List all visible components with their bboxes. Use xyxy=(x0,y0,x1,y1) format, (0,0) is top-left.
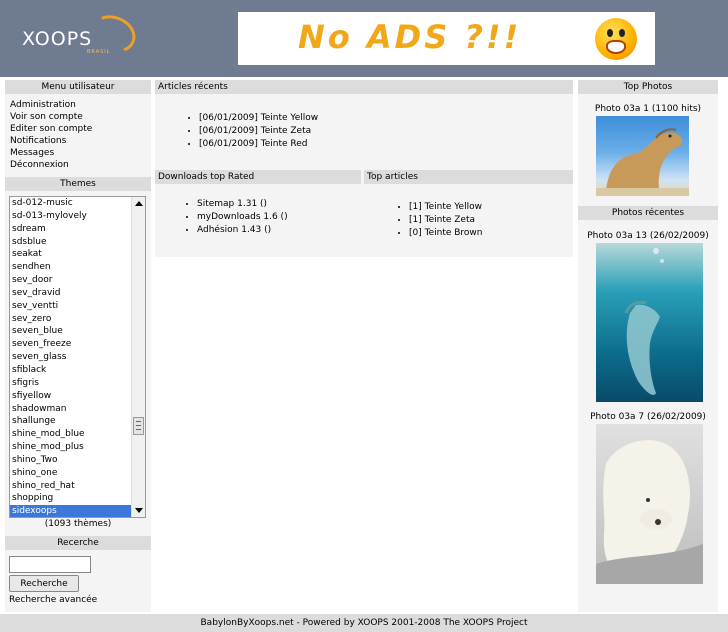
scroll-thumb[interactable] xyxy=(133,417,144,435)
theme-option[interactable]: shine_mod_plus xyxy=(10,441,145,454)
top-photo-caption[interactable]: Photo 03a 1 (1100 hits) xyxy=(578,104,718,114)
user-menu-title: Menu utilisateur xyxy=(5,80,151,94)
theme-option[interactable]: sfiblack xyxy=(10,364,145,377)
smiley-eye-left xyxy=(607,29,613,37)
recent-articles-title: Articles récents xyxy=(155,80,573,94)
theme-option[interactable]: seakat xyxy=(10,248,145,261)
theme-option[interactable]: sdream xyxy=(10,223,145,236)
menu-item-messages[interactable]: Messages xyxy=(10,147,151,159)
theme-option[interactable]: sev_zero xyxy=(10,313,145,326)
top-articles-list: [1] Teinte Yellow [1] Teinte Zeta [0] Te… xyxy=(409,201,483,240)
top-article-item[interactable]: [0] Teinte Brown xyxy=(409,227,483,240)
theme-list-scrollbar[interactable] xyxy=(131,197,145,517)
search-input[interactable] xyxy=(9,556,91,573)
top-articles-title: Top articles xyxy=(364,170,573,184)
theme-option[interactable]: sd-012-music xyxy=(10,197,145,210)
theme-option[interactable]: sev_ventti xyxy=(10,300,145,313)
logo-subtext: BRASIL xyxy=(87,49,111,55)
theme-options: sd-012-music sd-013-mylovely sdream sdsblue… xyxy=(10,197,145,517)
recent-photos-title: Photos récentes xyxy=(578,206,718,220)
screaming-smiley-icon xyxy=(595,18,637,60)
menu-item-view-account[interactable]: Voir son compte xyxy=(10,111,151,123)
theme-option[interactable]: sfiyellow xyxy=(10,390,145,403)
scroll-up-icon[interactable] xyxy=(135,201,143,206)
dolphin-image xyxy=(624,248,664,395)
logo-text: XOOPS xyxy=(22,28,93,50)
polar-bear-image xyxy=(596,440,703,584)
theme-option[interactable]: sfigris xyxy=(10,377,145,390)
smiley-mouth xyxy=(606,40,626,54)
theme-option[interactable]: sd-013-mylovely xyxy=(10,210,145,223)
themes-title: Themes xyxy=(5,177,151,191)
theme-option[interactable]: shopping xyxy=(10,492,145,505)
theme-option[interactable]: seven_glass xyxy=(10,351,145,364)
center-content: Articles récents [06/01/2009] Teinte Yel… xyxy=(155,80,573,257)
download-item[interactable]: myDownloads 1.6 () xyxy=(197,211,288,224)
menu-item-notifications[interactable]: Notifications xyxy=(10,135,151,147)
theme-option[interactable]: sev_door xyxy=(10,274,145,287)
theme-option[interactable]: sidexoops xyxy=(10,505,145,517)
download-item[interactable]: Sitemap 1.31 () xyxy=(197,198,288,211)
search-button[interactable]: Recherche xyxy=(9,575,79,592)
top-article-item[interactable]: [1] Teinte Yellow xyxy=(409,201,483,214)
recent-article-item[interactable]: [06/01/2009] Teinte Yellow xyxy=(199,112,318,125)
scroll-down-icon[interactable] xyxy=(135,508,143,513)
recent-photo-1-caption[interactable]: Photo 03a 13 (26/02/2009) xyxy=(578,231,718,241)
theme-option[interactable]: sev_dravid xyxy=(10,287,145,300)
advanced-search-link[interactable]: Recherche avancée xyxy=(9,595,97,605)
header: XOOPS BRASIL No ADS ?!! xyxy=(0,0,728,77)
theme-option[interactable]: shallunge xyxy=(10,415,145,428)
recent-articles-list: [06/01/2009] Teinte Yellow [06/01/2009] … xyxy=(199,112,318,151)
theme-option[interactable]: sdsblue xyxy=(10,236,145,249)
menu-item-edit-account[interactable]: Editer son compte xyxy=(10,123,151,135)
top-photos-title: Top Photos xyxy=(578,80,718,94)
dolphin-photo[interactable] xyxy=(596,243,703,402)
polar-bear-photo[interactable] xyxy=(596,424,703,584)
camel-photo[interactable] xyxy=(596,116,689,196)
theme-count: (1093 thèmes) xyxy=(44,519,112,529)
recent-photo-2-caption[interactable]: Photo 03a 7 (26/02/2009) xyxy=(578,412,718,422)
theme-option[interactable]: shino_Two xyxy=(10,454,145,467)
xoops-logo[interactable]: XOOPS BRASIL xyxy=(20,9,141,59)
theme-option[interactable]: shadowman xyxy=(10,403,145,416)
theme-option[interactable]: shino_red_hat xyxy=(10,480,145,493)
theme-option[interactable]: seven_blue xyxy=(10,325,145,338)
menu-item-logout[interactable]: Déconnexion xyxy=(10,159,151,171)
downloads-list: Sitemap 1.31 () myDownloads 1.6 () Adhés… xyxy=(197,198,288,237)
footer: BabylonByXoops.net - Powered by XOOPS 20… xyxy=(0,614,728,632)
theme-option[interactable]: shine_mod_blue xyxy=(10,428,145,441)
menu-item-administration[interactable]: Administration xyxy=(10,99,151,111)
download-item[interactable]: Adhésion 1.43 () xyxy=(197,224,288,237)
banner-text: No ADS ?!! xyxy=(298,18,522,56)
top-article-item[interactable]: [1] Teinte Zeta xyxy=(409,214,483,227)
theme-option[interactable]: sendhen xyxy=(10,261,145,274)
theme-option[interactable]: shino_one xyxy=(10,467,145,480)
smiley-eye-right xyxy=(619,29,625,37)
theme-option[interactable]: seven_freeze xyxy=(10,338,145,351)
theme-select-list[interactable]: sd-012-music sd-013-mylovely sdream sdsblue… xyxy=(9,196,146,518)
ad-banner[interactable]: No ADS ?!! xyxy=(238,12,655,65)
recent-article-item[interactable]: [06/01/2009] Teinte Red xyxy=(199,138,318,151)
camel-image xyxy=(596,128,689,196)
downloads-title: Downloads top Rated xyxy=(155,170,361,184)
recent-article-item[interactable]: [06/01/2009] Teinte Zeta xyxy=(199,125,318,138)
user-menu: Administration Voir son compte Editer so… xyxy=(5,94,151,171)
search-title: Recerche xyxy=(5,536,151,550)
